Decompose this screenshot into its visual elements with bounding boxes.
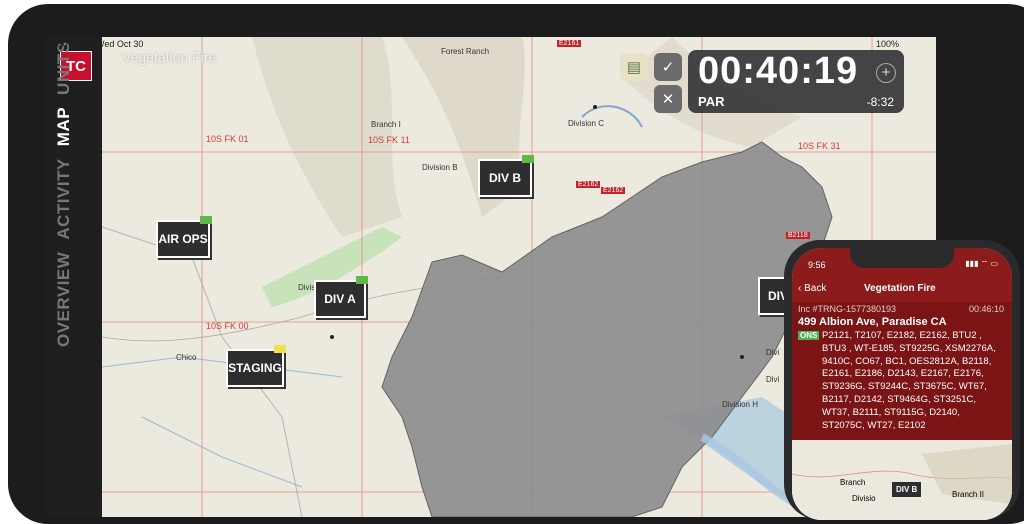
phone-signal-icon: ▮▮▮ ⌔ ▭ <box>965 259 998 268</box>
incident-number: Inc #TRNG-1577380193 <box>798 304 897 314</box>
label-division-c: Division C <box>568 119 605 128</box>
phone-status-bar: 9:56 ▮▮▮ ⌔ ▭ <box>792 248 1012 278</box>
road-e2162-b: E2162 <box>601 187 626 194</box>
grid-label-fk00: 10S FK 00 <box>206 321 249 331</box>
grid-label-fk-right: 10S FK 31 <box>798 141 841 151</box>
div-a-marker[interactable]: DIV A <box>314 276 368 318</box>
back-button[interactable]: ‹ Back <box>798 283 826 294</box>
road-b2118: B2118 <box>786 232 810 239</box>
incident-title: Vegetation Fire <box>122 49 217 65</box>
phone-map[interactable]: Branch Branch II Divisio DIV B <box>792 434 1012 520</box>
timer-panel[interactable]: 00:40:19 + PAR -8:32 <box>688 50 904 113</box>
status-tag <box>274 345 286 353</box>
label-divis: Divis <box>298 283 316 292</box>
air-ops-label: AIR OPS <box>158 232 208 246</box>
tools-icon[interactable]: ✕ <box>654 85 682 113</box>
par-countdown: -8:32 <box>866 95 894 109</box>
phone-nav-bar: ‹ Back Vegetation Fire <box>792 278 1012 302</box>
road-e2161: E2161 <box>557 40 582 47</box>
nav-tabs: OVERVIEW ACTIVITY MAP UNITS <box>54 37 74 347</box>
unit-list: P2121, T2107, E2182, E2162, BTU2 , BTU3 … <box>822 330 996 431</box>
div-a-label: DIV A <box>324 292 356 306</box>
add-timer-icon[interactable]: + <box>876 63 896 83</box>
div-b-marker[interactable]: DIV B <box>478 155 534 197</box>
ons-badge: ONS <box>798 331 820 340</box>
map-layers-icon[interactable]: ▤ <box>620 53 648 81</box>
phone-label-branch-ii: Branch II <box>952 490 985 499</box>
phone-time: 9:56 <box>808 260 826 270</box>
phone-frame: 9:56 ▮▮▮ ⌔ ▭ ‹ Back Vegetation Fire Inc … <box>784 240 1020 520</box>
label-forest-ranch: Forest Ranch <box>441 47 490 56</box>
tab-map[interactable]: MAP <box>54 107 73 146</box>
road-e2162: E2162 <box>576 181 601 188</box>
status-tag <box>522 155 534 163</box>
staging-label: STAGING <box>228 361 282 375</box>
back-label: Back <box>804 283 827 294</box>
status-time: 9:50 AM <box>50 39 84 49</box>
phone-label-branch: Branch <box>840 478 866 487</box>
phone-screen: 9:56 ▮▮▮ ⌔ ▭ ‹ Back Vegetation Fire Inc … <box>792 248 1012 520</box>
incident-details: Inc #TRNG-1577380193 00:46:10 499 Albion… <box>792 302 1012 434</box>
label-divi: Divi <box>766 348 780 357</box>
incident-timer: 00:46:10 <box>968 304 1004 314</box>
tab-units[interactable]: UNITS <box>54 41 73 95</box>
status-date: Wed Oct 30 <box>96 39 144 49</box>
label-branch-i: Branch I <box>371 120 401 129</box>
grid-label-fk01: 10S FK 01 <box>206 134 249 144</box>
status-tag <box>356 276 368 284</box>
status-tag <box>200 216 212 224</box>
label-division-b: Division B <box>422 163 458 172</box>
air-ops-marker[interactable]: AIR OPS <box>156 216 212 258</box>
sidebar: TC OVERVIEWACTIVITYMAPUNITS <box>46 37 102 517</box>
div-b-label: DIV B <box>488 171 521 185</box>
phone-div-b-marker[interactable]: DIV B <box>892 482 922 497</box>
grid-label-fk11: 10S FK 11 <box>368 135 410 145</box>
par-label: PAR <box>698 94 725 109</box>
phone-label-divisio: Divisio <box>852 494 876 503</box>
tab-overview[interactable]: OVERVIEW <box>54 252 73 347</box>
timer-main: 00:40:19 <box>698 50 859 92</box>
label-chico: Chico <box>176 353 197 362</box>
phone-title: Vegetation Fire <box>864 283 936 294</box>
label-divi-2: Divi <box>766 375 780 384</box>
check-icon[interactable]: ✓ <box>654 53 682 81</box>
status-battery: 100% <box>876 39 900 49</box>
label-division-h: Division H <box>722 400 759 409</box>
incident-address: 499 Albion Ave, Paradise CA <box>798 316 947 328</box>
staging-marker[interactable]: STAGING <box>226 345 286 387</box>
phone-map-canvas <box>792 442 1012 520</box>
tab-activity[interactable]: ACTIVITY <box>54 158 73 239</box>
phone-notch <box>850 248 954 268</box>
